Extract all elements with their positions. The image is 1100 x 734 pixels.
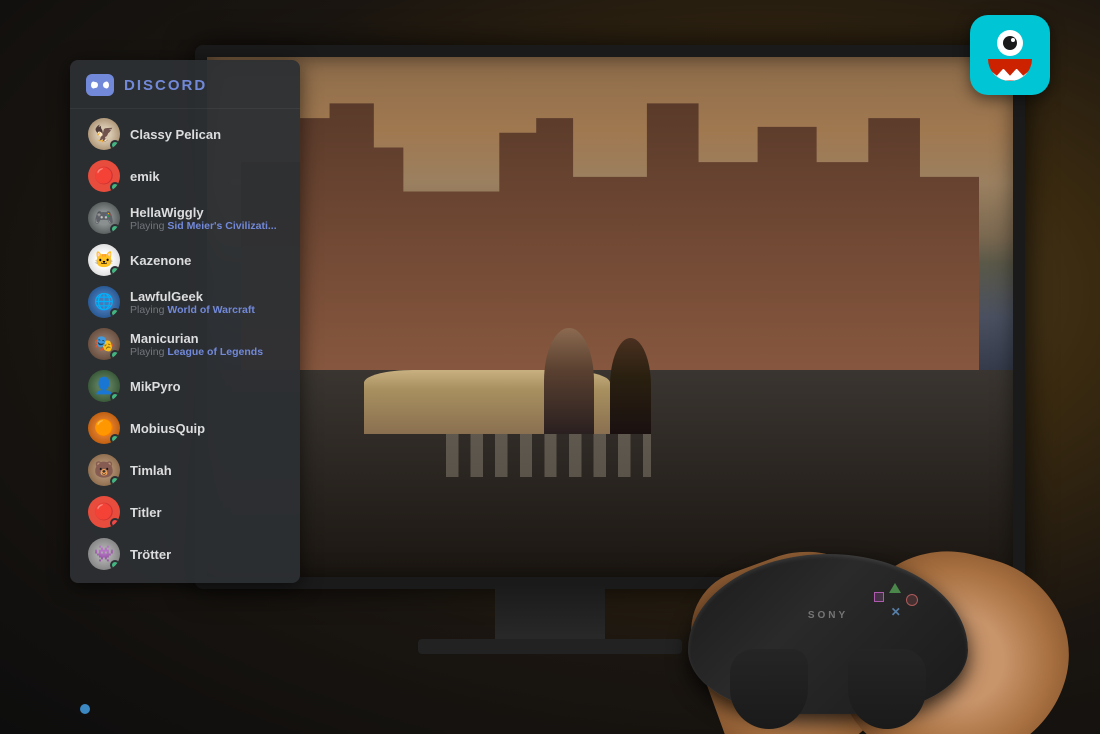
user-avatar: 🌐 — [88, 286, 120, 318]
user-status-dot — [110, 350, 120, 360]
user-info: Titler — [130, 505, 282, 520]
user-list-item[interactable]: 👤 MikPyro — [74, 365, 296, 407]
discord-title: DISCORD — [124, 77, 207, 94]
user-avatar: 👤 — [88, 370, 120, 402]
user-list: 🦅 Classy Pelican 🔴 emik 🎮 HellaWiggly Pl… — [70, 109, 300, 583]
controller-grip-right — [848, 649, 926, 729]
user-list-item[interactable]: 🔴 emik — [74, 155, 296, 197]
discord-header: DISCORD — [70, 60, 300, 109]
discord-eye-left — [93, 82, 98, 88]
controller-btn-circle — [906, 594, 918, 606]
user-info: MobiusQuip — [130, 421, 282, 436]
user-avatar: 🟠 — [88, 412, 120, 444]
controller-btn-triangle — [889, 583, 901, 593]
user-info: Trötter — [130, 547, 282, 562]
user-name: Kazenone — [130, 253, 282, 268]
user-status-dot — [110, 560, 120, 570]
user-info: Timlah — [130, 463, 282, 478]
user-status-dot — [110, 308, 120, 318]
user-name: HellaWiggly — [130, 205, 282, 220]
user-game: Playing World of Warcraft — [130, 304, 282, 316]
monster-logo — [970, 15, 1050, 95]
controller-btn-square — [874, 592, 884, 602]
user-list-item[interactable]: 🌐 LawfulGeek Playing World of Warcraft — [74, 281, 296, 323]
user-name: MikPyro — [130, 379, 282, 394]
user-name: Timlah — [130, 463, 282, 478]
user-name: Classy Pelican — [130, 127, 282, 142]
discord-eye-right — [103, 82, 108, 88]
user-avatar: 🎮 — [88, 202, 120, 234]
monster-face — [980, 28, 1040, 83]
user-status-dot — [110, 392, 120, 402]
user-list-item[interactable]: 🔴 Titler — [74, 491, 296, 533]
user-list-item[interactable]: 🦅 Classy Pelican — [74, 113, 296, 155]
controller-btn-cross: ✕ — [891, 605, 901, 619]
user-info: Kazenone — [130, 253, 282, 268]
user-status-dot — [110, 224, 120, 234]
user-list-item[interactable]: 🎮 HellaWiggly Playing Sid Meier's Civili… — [74, 197, 296, 239]
controller-grip-left — [730, 649, 808, 729]
user-avatar: 🦅 — [88, 118, 120, 150]
user-name: emik — [130, 169, 282, 184]
user-status-dot — [110, 476, 120, 486]
monster-eye — [997, 30, 1023, 56]
user-info: HellaWiggly Playing Sid Meier's Civiliza… — [130, 205, 282, 232]
user-list-item[interactable]: 🐱 Kazenone — [74, 239, 296, 281]
user-avatar: 🔴 — [88, 496, 120, 528]
user-status-dot — [110, 182, 120, 192]
user-status-dot — [110, 140, 120, 150]
user-info: Classy Pelican — [130, 127, 282, 142]
status-indicator-dot — [80, 704, 90, 714]
user-info: Manicurian Playing League of Legends — [130, 331, 282, 358]
monster-mouth — [988, 59, 1032, 81]
user-avatar: 👾 — [88, 538, 120, 570]
user-status-dot — [110, 434, 120, 444]
user-status-dot — [110, 518, 120, 528]
user-name: Manicurian — [130, 331, 282, 346]
user-avatar: 🔴 — [88, 160, 120, 192]
user-list-item[interactable]: 🐻 Timlah — [74, 449, 296, 491]
game-controller: SONY ✕ — [688, 554, 968, 714]
user-game: Playing Sid Meier's Civilizati... — [130, 220, 282, 232]
user-list-item[interactable]: 🎭 Manicurian Playing League of Legends — [74, 323, 296, 365]
user-game: Playing League of Legends — [130, 346, 282, 358]
controller-brand: SONY — [808, 610, 848, 621]
monster-teeth — [988, 69, 1032, 81]
user-name: Trötter — [130, 547, 282, 562]
user-info: LawfulGeek Playing World of Warcraft — [130, 289, 282, 316]
user-status-dot — [110, 266, 120, 276]
monster-pupil — [1003, 36, 1017, 50]
user-info: emik — [130, 169, 282, 184]
user-list-item[interactable]: 👾 Trötter — [74, 533, 296, 575]
user-name: MobiusQuip — [130, 421, 282, 436]
user-avatar: 🎭 — [88, 328, 120, 360]
user-avatar: 🐱 — [88, 244, 120, 276]
discord-logo-icon — [86, 74, 114, 96]
user-info: MikPyro — [130, 379, 282, 394]
controller-body: SONY ✕ — [688, 554, 968, 714]
user-list-item[interactable]: 🟠 MobiusQuip — [74, 407, 296, 449]
discord-logo-eyes — [93, 82, 108, 88]
user-name: LawfulGeek — [130, 289, 282, 304]
user-avatar: 🐻 — [88, 454, 120, 486]
discord-panel: DISCORD 🦅 Classy Pelican 🔴 emik 🎮 HellaW… — [70, 60, 300, 583]
user-name: Titler — [130, 505, 282, 520]
